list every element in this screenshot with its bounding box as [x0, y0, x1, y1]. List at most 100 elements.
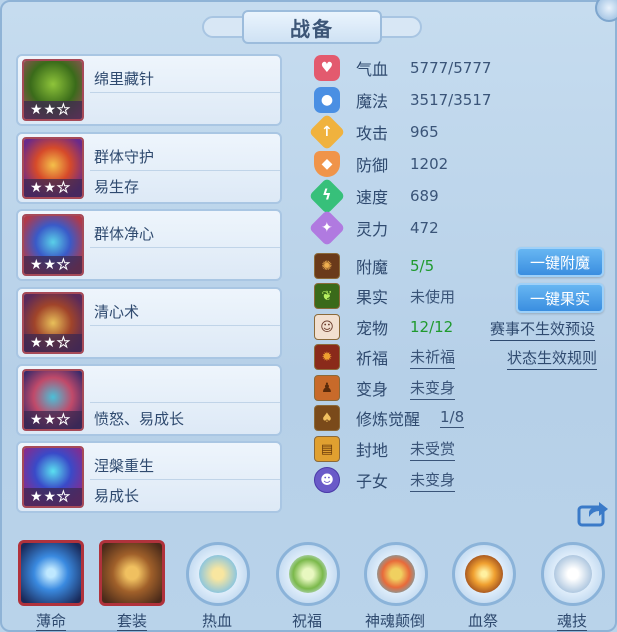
stat-value: 689: [410, 187, 439, 205]
skill-name: 群体净心: [94, 225, 155, 243]
divider: [90, 170, 280, 171]
spirit-icon: ✦: [308, 209, 346, 247]
attr-row-transform[interactable]: ♟ 变身 未变身: [314, 374, 456, 402]
attr-value[interactable]: 未变身: [410, 469, 456, 492]
defense-icon: ◆: [314, 151, 340, 177]
divider: [90, 247, 280, 248]
attr-label: 附魔: [356, 258, 389, 277]
tab-soul-chaos[interactable]: 神魂颠倒: [360, 538, 430, 632]
pet-icon: ☺: [314, 314, 340, 340]
attr-label: 封地: [356, 441, 389, 460]
stat-row-attack: ↑ 攻击 965: [308, 113, 439, 151]
attr-row-fief[interactable]: ▤ 封地 未受赏: [314, 435, 456, 463]
skill-icon-purify: ★★★: [22, 214, 84, 276]
blessing-leaf-icon: [276, 542, 340, 606]
skill-icon-clear-mind: ★★★: [22, 292, 84, 354]
divider: [90, 325, 280, 326]
skill-name: 清心术: [94, 303, 140, 321]
stat-value: 472: [410, 219, 439, 237]
hot-blood-icon: [186, 542, 250, 606]
attr-row-cultivation[interactable]: ♠ 修炼觉醒 1/8: [314, 404, 465, 432]
fief-icon: ▤: [314, 436, 340, 462]
attr-row-child[interactable]: ☻ 子女 未变身: [314, 466, 456, 494]
attr-row-pet: ☺ 宠物 12/12: [314, 313, 453, 341]
star-rating: ★★★: [24, 101, 82, 119]
attr-value[interactable]: 未祈福: [410, 346, 456, 369]
page-title: 战备: [290, 16, 334, 41]
tab-blood-sacrifice[interactable]: 血祭: [448, 538, 518, 632]
attr-label: 子女: [356, 472, 389, 491]
attr-value[interactable]: 未受赏: [410, 438, 456, 461]
skill-icon-guard: ★★★: [22, 137, 84, 199]
no-preset-link[interactable]: 赛事不生效预设: [490, 318, 596, 341]
enchant-all-button[interactable]: 一键附魔: [516, 247, 604, 277]
tab-label: 套装: [116, 612, 147, 631]
status-rules-link[interactable]: 状态生效规则: [507, 347, 598, 370]
skill-card[interactable]: ★★★ 群体守护 易生存: [16, 132, 282, 204]
skill-name: 绵里藏针: [94, 70, 155, 88]
attr-label: 变身: [356, 380, 389, 399]
blood-sacrifice-icon: [452, 542, 516, 606]
transform-icon: ♟: [314, 375, 340, 401]
soul-skill-icon: [541, 542, 605, 606]
stat-row-spirit: ✦ 灵力 472: [308, 209, 439, 247]
stat-row-hp: ♥ 气血 5777/5777: [314, 54, 491, 82]
battle-prep-panel: 战备 ★★★ 绵里藏针 ★★★ 群体守护 易生存 ★★★ 群体净心 ★★★ 清心…: [0, 0, 617, 632]
skill-card[interactable]: ★★★ 绵里藏针: [16, 54, 282, 126]
stat-value: 5777/5777: [410, 59, 492, 77]
skill-icon-fury: ★★★: [22, 369, 84, 431]
skill-card[interactable]: ★★★ 涅槃重生 易成长: [16, 441, 282, 513]
star-rating: ★★★: [24, 488, 82, 506]
attr-label: 宠物: [356, 319, 389, 338]
attr-row-blessing[interactable]: ✹ 祈福 未祈福: [314, 343, 456, 371]
skill-card[interactable]: ★★★ 愤怒、易成长: [16, 364, 282, 436]
enchant-icon: ✺: [314, 253, 340, 279]
skill-sub: 愤怒、易成长: [94, 410, 185, 428]
stat-label: 攻击: [356, 124, 389, 143]
tab-soul-skill[interactable]: 魂技: [537, 538, 607, 632]
attr-value: 5/5: [410, 257, 435, 275]
tab-label: 薄命: [35, 612, 66, 631]
divider: [90, 92, 280, 93]
tab-hot-blood[interactable]: 热血: [182, 538, 252, 632]
attack-icon: ↑: [308, 113, 346, 151]
tab-label: 祝福: [291, 612, 322, 630]
stat-row-mp: ● 魔法 3517/3517: [314, 86, 491, 114]
stat-label: 气血: [356, 60, 389, 79]
attr-value[interactable]: 1/8: [440, 408, 465, 428]
tab-blessing[interactable]: 祝福: [272, 538, 342, 632]
skill-name: 群体守护: [94, 148, 155, 166]
corner-orb-icon: [595, 0, 617, 22]
speed-icon: ϟ: [308, 177, 346, 215]
skill-icon-rebirth: ★★★: [22, 446, 84, 508]
skill-sub: 易生存: [94, 178, 140, 196]
skill-card[interactable]: ★★★ 清心术: [16, 287, 282, 359]
attr-row-enchant: ✺ 附魔 5/5: [314, 252, 434, 280]
fruit-icon: ❦: [314, 283, 340, 309]
attr-value[interactable]: 未变身: [410, 377, 456, 400]
stat-row-defense: ◆ 防御 1202: [314, 150, 448, 178]
tab-label: 魂技: [556, 612, 587, 631]
mana-icon: ●: [314, 87, 340, 113]
child-icon: ☻: [314, 467, 340, 493]
attr-label: 祈福: [356, 349, 389, 368]
skill-card[interactable]: ★★★ 群体净心: [16, 209, 282, 281]
stat-value: 3517/3517: [410, 91, 492, 109]
fruit-all-button[interactable]: 一键果实: [516, 283, 604, 313]
attr-label: 果实: [356, 288, 389, 307]
stat-label: 速度: [356, 188, 389, 207]
tab-fate[interactable]: 薄命: [16, 538, 86, 632]
attr-value: 12/12: [410, 318, 454, 336]
share-icon[interactable]: [577, 499, 609, 527]
stat-value: 1202: [410, 155, 449, 173]
skill-sub: 易成长: [94, 487, 140, 505]
tab-label: 神魂颠倒: [364, 612, 425, 630]
heart-icon: ♥: [314, 55, 340, 81]
star-rating: ★★★: [24, 411, 82, 429]
tab-set[interactable]: 套装: [97, 538, 167, 632]
attr-value: 未使用: [410, 287, 456, 306]
star-rating: ★★★: [24, 334, 82, 352]
attr-label: 修炼觉醒: [356, 410, 421, 429]
skill-icon-needle: ★★★: [22, 59, 84, 121]
stat-value: 965: [410, 123, 439, 141]
